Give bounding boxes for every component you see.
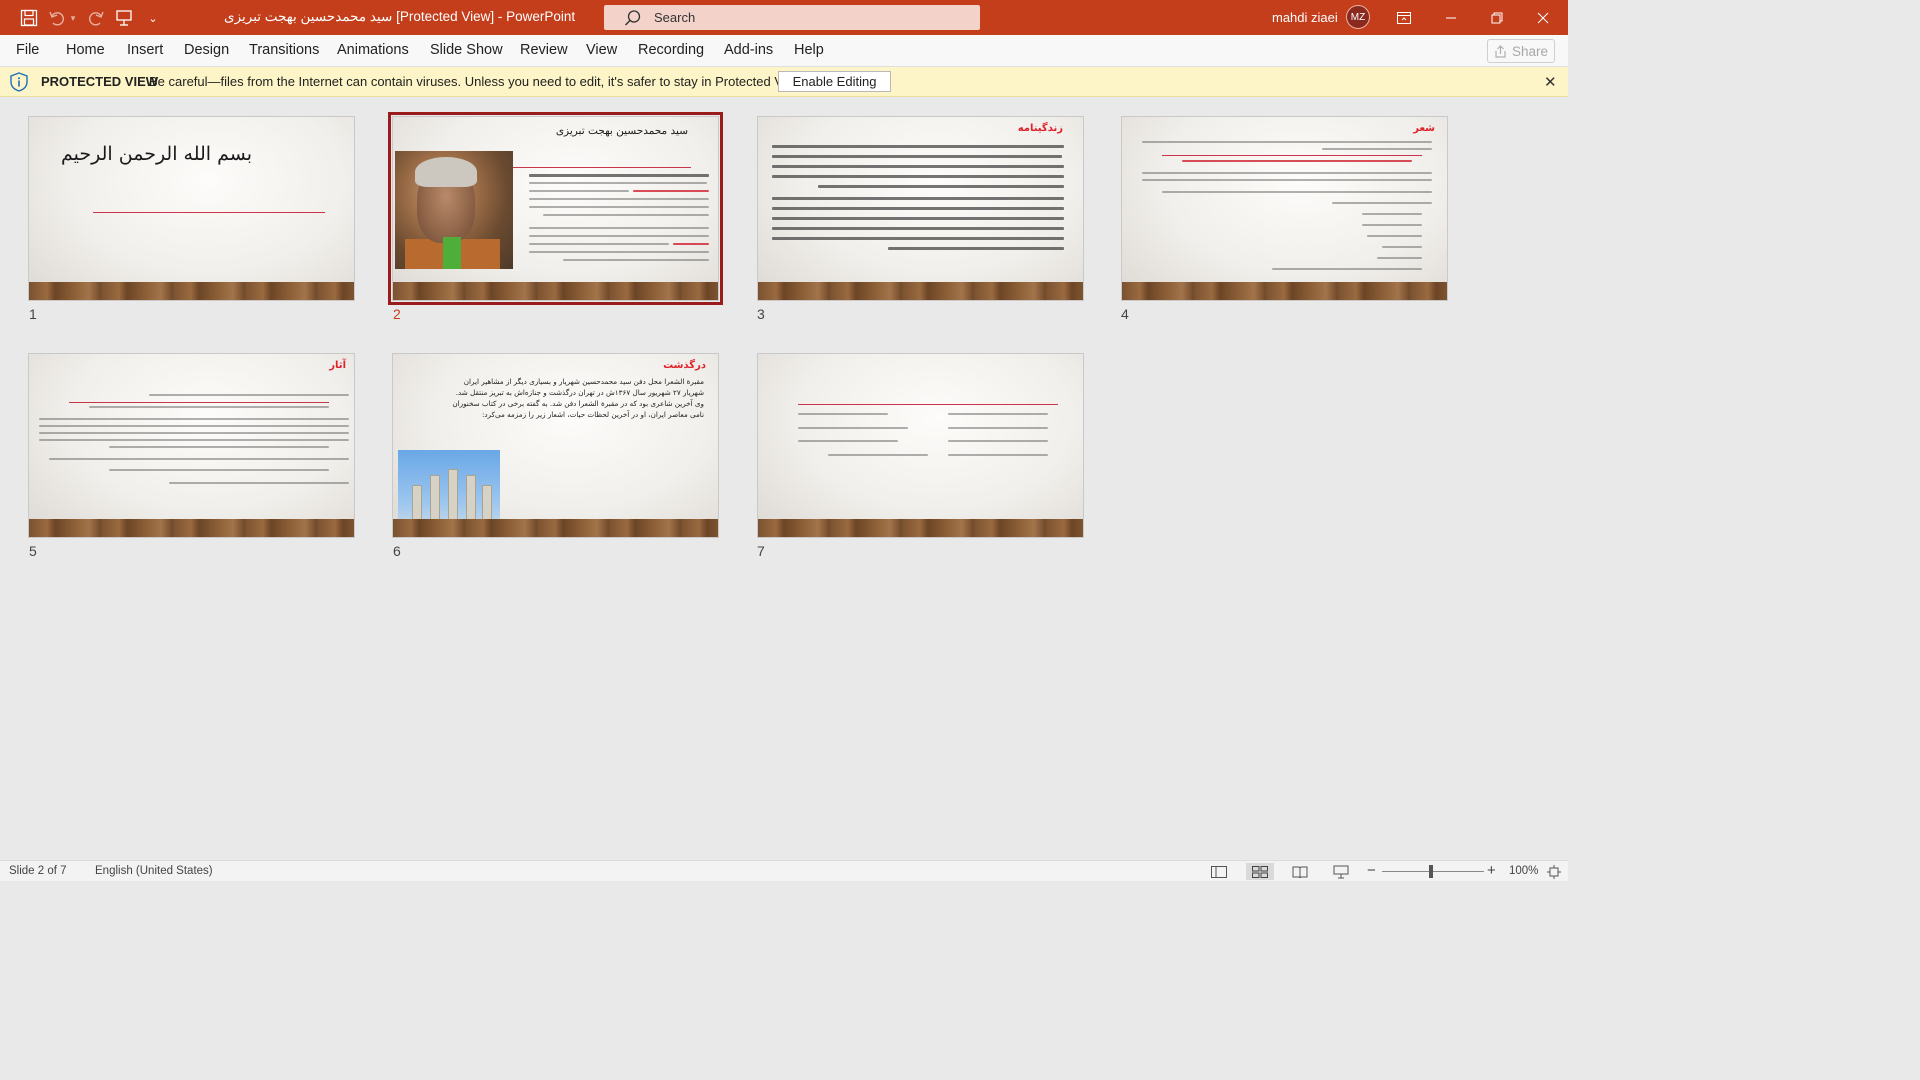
undo-icon[interactable]: [46, 7, 68, 29]
slide-number-7: 7: [757, 543, 765, 559]
slide-7-wood-floor: [758, 519, 1083, 537]
protected-view-title: PROTECTED VIEW: [41, 74, 159, 89]
slide-1-wood-floor: [29, 282, 354, 300]
close-icon[interactable]: [1520, 0, 1566, 35]
search-placeholder: Search: [654, 10, 696, 25]
share-button[interactable]: Share: [1487, 39, 1555, 63]
slide-3-title: زندگینامه: [1017, 123, 1063, 134]
protected-view-bar: PROTECTED VIEW Be careful—files from the…: [0, 67, 1568, 97]
slide-number-1: 1: [29, 306, 37, 322]
slide-thumbnail-5[interactable]: آثار: [28, 353, 355, 538]
slide-thumbnail-1[interactable]: بسم الله الرحمن الرحیم: [28, 116, 355, 301]
slide-sorter: بسم الله الرحمن الرحیم 1 سید محمدحسین به…: [0, 97, 1568, 860]
minimize-icon[interactable]: [1428, 0, 1474, 35]
slide-6-wood-floor: [393, 519, 718, 537]
slide-7-divider: [798, 404, 1058, 405]
slide-thumbnail-6[interactable]: درگذشت مقبرة الشعرا محل دفن سید محمدحسین…: [392, 353, 719, 538]
zoom-in-icon[interactable]: +: [1487, 862, 1496, 879]
slide-number-3: 3: [757, 306, 765, 322]
slide-6-title: درگذشت: [663, 360, 706, 371]
zoom-level[interactable]: 100%: [1509, 865, 1538, 877]
customize-toolbar-icon[interactable]: ⌄: [142, 7, 164, 29]
slide-3-wood-floor: [758, 282, 1083, 300]
slide-2-wood-floor: [393, 282, 718, 300]
menu-bar: File Home Insert Design Transitions Anim…: [0, 35, 1568, 67]
menu-slide-show[interactable]: Slide Show: [430, 42, 503, 58]
shield-info-icon: [10, 72, 28, 92]
slide-thumbnail-4[interactable]: شعر: [1121, 116, 1448, 301]
menu-animations[interactable]: Animations: [337, 42, 409, 58]
window-title: سید محمدحسین بهجت تبریزی [Protected View…: [224, 9, 576, 24]
zoom-out-icon[interactable]: −: [1367, 862, 1376, 879]
menu-insert[interactable]: Insert: [127, 42, 163, 58]
search-icon: [625, 10, 641, 26]
start-slideshow-icon[interactable]: [113, 7, 135, 29]
menu-add-ins[interactable]: Add-ins: [724, 42, 773, 58]
user-name[interactable]: mahdi ziaei: [1272, 10, 1338, 25]
menu-transitions[interactable]: Transitions: [249, 42, 319, 58]
slide-5-wood-floor: [29, 519, 354, 537]
slide-thumbnail-7[interactable]: [757, 353, 1084, 538]
slide-2-title: سید محمدحسین بهجت تبریزی: [555, 125, 688, 137]
slide-thumbnail-3[interactable]: زندگینامه: [757, 116, 1084, 301]
ribbon-display-options-icon[interactable]: [1381, 0, 1427, 35]
language-indicator[interactable]: English (United States): [95, 865, 213, 877]
slide-number-6: 6: [393, 543, 401, 559]
slide-number-4: 4: [1121, 306, 1129, 322]
fit-to-window-icon[interactable]: [1542, 863, 1566, 880]
share-label: Share: [1511, 43, 1549, 59]
menu-help[interactable]: Help: [794, 42, 824, 58]
menu-view[interactable]: View: [586, 42, 617, 58]
slide-indicator: Slide 2 of 7: [9, 865, 67, 877]
slide-1-divider: [93, 212, 325, 213]
title-bar: ▾ ⌄ سید محمدحسین بهجت تبریزی [Protected …: [0, 0, 1568, 35]
normal-view-icon[interactable]: [1205, 863, 1233, 880]
avatar[interactable]: MZ: [1346, 5, 1370, 29]
menu-file[interactable]: File: [16, 42, 39, 58]
slide-6-body: مقبرة الشعرا محل دفن سید محمدحسین شهریار…: [452, 377, 704, 419]
slide-number-5: 5: [29, 543, 37, 559]
slide-thumbnail-2[interactable]: سید محمدحسین بهجت تبریزی: [388, 112, 723, 305]
slide-4-title: شعر: [1413, 123, 1435, 134]
zoom-slider-thumb[interactable]: [1429, 865, 1433, 878]
slide-4-wood-floor: [1122, 282, 1447, 300]
search-box[interactable]: Search: [604, 5, 980, 30]
menu-review[interactable]: Review: [520, 42, 568, 58]
slideshow-view-icon[interactable]: [1327, 863, 1355, 880]
slide-2-divider: [513, 167, 691, 168]
slide-sorter-view-icon[interactable]: [1246, 863, 1274, 880]
redo-icon[interactable]: [85, 7, 107, 29]
slide-5-title: آثار: [329, 360, 346, 371]
menu-home[interactable]: Home: [66, 42, 105, 58]
slide-1-title: بسم الله الرحمن الرحیم: [61, 143, 252, 165]
zoom-slider[interactable]: [1382, 871, 1484, 872]
enable-editing-button[interactable]: Enable Editing: [778, 71, 891, 92]
reading-view-icon[interactable]: [1286, 863, 1314, 880]
menu-design[interactable]: Design: [184, 42, 229, 58]
protected-view-message: Be careful—files from the Internet can c…: [149, 74, 806, 89]
status-bar: Slide 2 of 7 English (United States) − +…: [0, 860, 1568, 881]
slide-number-2: 2: [393, 306, 401, 322]
menu-recording[interactable]: Recording: [638, 42, 704, 58]
portrait-image: [395, 151, 513, 269]
close-bar-icon[interactable]: ✕: [1544, 73, 1557, 91]
save-icon[interactable]: [18, 7, 40, 29]
restore-icon[interactable]: [1474, 0, 1520, 35]
undo-dropdown-icon[interactable]: ▾: [66, 7, 80, 29]
share-icon: [1495, 44, 1506, 58]
